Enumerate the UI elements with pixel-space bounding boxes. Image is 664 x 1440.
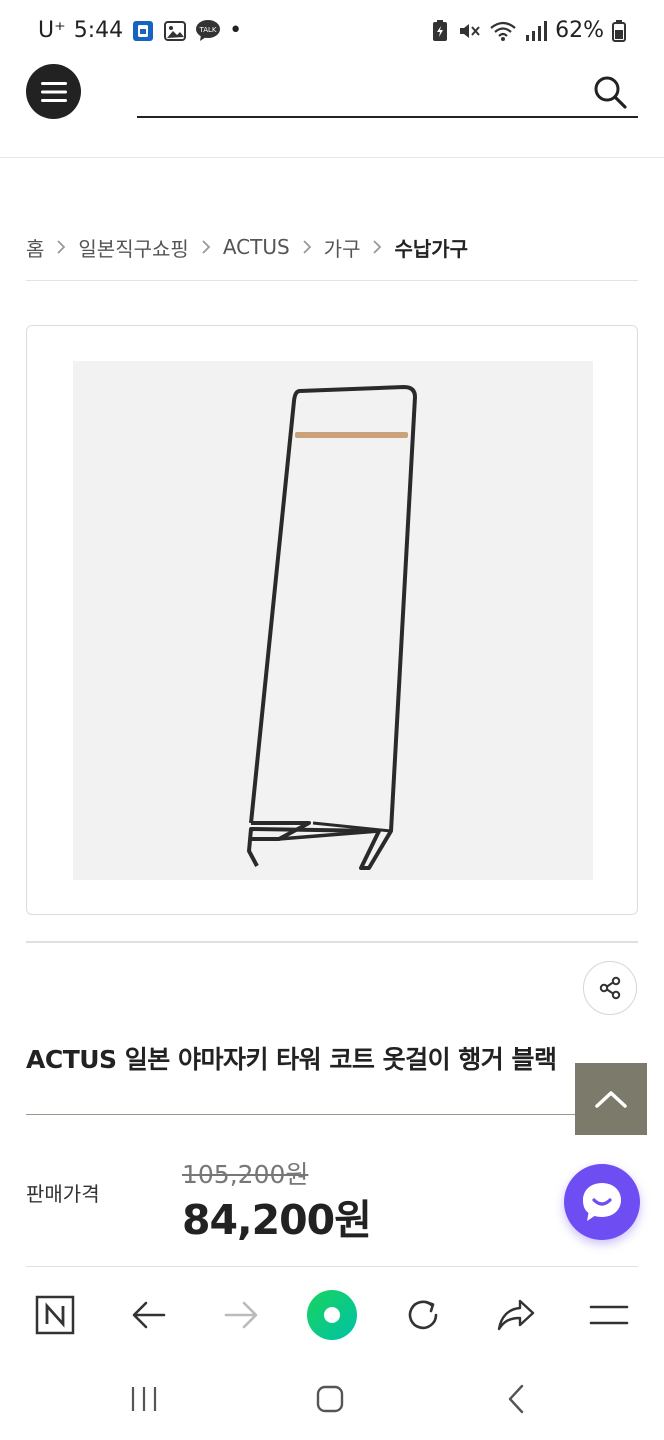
recent-apps-button[interactable] (104, 1358, 184, 1440)
chevron-left-icon (508, 1384, 524, 1414)
naver-n-icon (35, 1295, 75, 1335)
carrier-label: U⁺ (38, 18, 66, 43)
breadcrumb-home[interactable]: 홈 (26, 233, 44, 262)
sale-price: 84,200원 (182, 1196, 372, 1244)
share-page-button[interactable] (486, 1272, 546, 1358)
browser-menu-button[interactable] (579, 1272, 639, 1358)
product-image[interactable] (73, 361, 593, 880)
green-dot-button[interactable] (302, 1272, 362, 1358)
time-label: 5:44 (73, 18, 124, 43)
search-icon (594, 76, 627, 109)
share-arrow-icon (497, 1299, 535, 1331)
breadcrumb-japan-shopping[interactable]: 일본직구쇼핑 (78, 233, 188, 262)
divider (26, 280, 638, 281)
breadcrumb: 홈 일본직구쇼핑 ACTUS 가구 수납가구 (26, 230, 468, 264)
share-icon (599, 976, 621, 1000)
hamburger-icon (589, 1305, 629, 1325)
status-bar: U⁺ 5:44 TALK • 62% (0, 0, 664, 64)
home-icon (316, 1385, 344, 1413)
naver-home-button[interactable] (25, 1272, 85, 1358)
browser-toolbar (0, 1272, 664, 1358)
status-right: 62% (431, 18, 626, 43)
chat-icon (583, 1183, 621, 1221)
home-button[interactable] (290, 1358, 370, 1440)
forward-button[interactable] (211, 1272, 271, 1358)
menu-button[interactable] (26, 64, 81, 119)
breadcrumb-current[interactable]: 수납가구 (394, 233, 468, 262)
wifi-icon (489, 19, 517, 43)
battery-icon (612, 19, 626, 43)
search-input[interactable] (137, 68, 577, 116)
system-nav-bar (0, 1358, 664, 1440)
page: U⁺ 5:44 TALK • 62% 홈 일본직구쇼핑 ACTUS 가구 수납가… (0, 0, 664, 1440)
recent-apps-icon (131, 1387, 157, 1411)
chevron-up-icon (595, 1091, 627, 1108)
divider (26, 1114, 638, 1115)
refresh-button[interactable] (393, 1272, 453, 1358)
chat-button[interactable] (564, 1164, 640, 1240)
talk-notification-icon: TALK (195, 19, 221, 43)
scroll-top-button[interactable] (575, 1063, 647, 1135)
mute-icon (457, 19, 481, 43)
refresh-icon (408, 1300, 438, 1330)
chevron-right-icon (302, 239, 312, 255)
back-button[interactable] (119, 1272, 179, 1358)
chevron-right-icon (372, 239, 382, 255)
divider (26, 1266, 638, 1267)
green-dot-icon (307, 1290, 357, 1340)
battery-saver-icon (431, 19, 449, 43)
chevron-right-icon (201, 239, 211, 255)
notification-dot: • (229, 18, 243, 43)
system-back-button[interactable] (476, 1358, 556, 1440)
battery-percent: 62% (555, 18, 604, 43)
site-header (0, 64, 664, 158)
gallery-notification-icon (163, 19, 187, 43)
divider (26, 941, 638, 943)
search-bar (137, 68, 638, 118)
product-image-card (26, 325, 638, 915)
signal-icon (525, 19, 548, 43)
breadcrumb-actus[interactable]: ACTUS (223, 235, 290, 259)
breadcrumb-furniture[interactable]: 가구 (324, 233, 361, 262)
sim-notification-icon (131, 19, 155, 43)
product-title: ACTUS 일본 야마자키 타워 코트 옷걸이 행거 블랙 (26, 1045, 557, 1074)
arrow-right-icon (224, 1301, 258, 1329)
status-left: U⁺ 5:44 TALK • (38, 18, 242, 43)
hamburger-icon (40, 81, 67, 102)
price-label: 판매가격 (26, 1182, 100, 1206)
search-button[interactable] (592, 74, 628, 110)
svg-text:TALK: TALK (199, 26, 217, 34)
share-button[interactable] (583, 961, 637, 1015)
arrow-left-icon (132, 1301, 166, 1329)
chevron-right-icon (56, 239, 66, 255)
